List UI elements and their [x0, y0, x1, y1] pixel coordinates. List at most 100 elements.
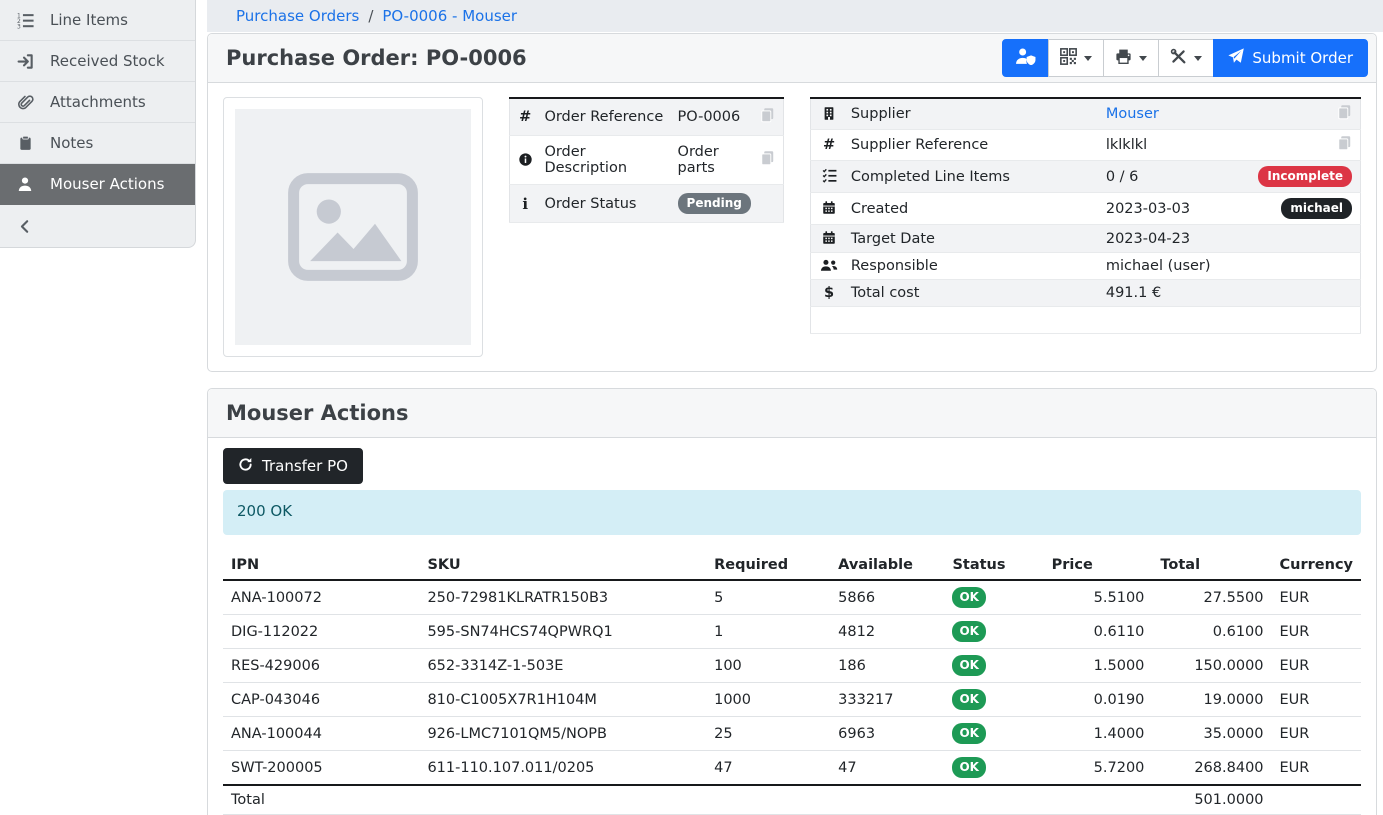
breadcrumb-link-current-order[interactable]: PO-0006 - Mouser — [382, 7, 517, 25]
clipboard-icon — [15, 135, 35, 151]
sidebar-item-label: Notes — [50, 134, 93, 152]
cell-sku: 810-C1005X7R1H104M — [419, 683, 706, 717]
svg-text:3: 3 — [17, 23, 21, 28]
column-header-sku: SKU — [419, 551, 706, 580]
detail-label: Target Date — [847, 225, 1102, 253]
print-actions-button[interactable] — [1103, 39, 1159, 77]
status-badge: OK — [952, 655, 986, 676]
mouser-actions-body: Transfer PO 200 OK IPN SKU Required Avai… — [208, 438, 1376, 815]
info-circle-icon — [510, 136, 541, 185]
chevron-down-icon — [1139, 56, 1147, 61]
status-alert-text: 200 OK — [237, 502, 292, 520]
table-row: ANA-100072 250-72981KLRATR150B3 5 5866 O… — [223, 580, 1361, 615]
copy-icon[interactable] — [1254, 98, 1360, 130]
hash-icon: # — [510, 98, 541, 136]
cell-available: 333217 — [830, 683, 944, 717]
cell-required: 100 — [706, 649, 830, 683]
total-value: 501.0000 — [1152, 785, 1271, 815]
detail-value: michael (user) — [1102, 253, 1255, 280]
submit-order-button[interactable]: Submit Order — [1213, 39, 1368, 77]
submit-order-label: Submit Order — [1252, 49, 1353, 67]
part-image-card[interactable] — [223, 97, 483, 357]
users-icon — [811, 253, 847, 280]
purchase-order-panel-header: Purchase Order: PO-0006 — [208, 34, 1376, 83]
cell-ipn: ANA-100044 — [223, 717, 419, 751]
cell-available: 5866 — [830, 580, 944, 615]
refresh-icon — [238, 457, 253, 476]
barcode-actions-button[interactable] — [1048, 39, 1104, 77]
sidebar-item-mouser-actions[interactable]: Mouser Actions — [0, 164, 195, 205]
cell-required: 1 — [706, 615, 830, 649]
table-row: DIG-112022 595-SN74HCS74QPWRQ1 1 4812 OK… — [223, 615, 1361, 649]
mouser-actions-panel-header: Mouser Actions — [208, 389, 1376, 438]
column-header-required: Required — [706, 551, 830, 580]
order-toolbar: Submit Order — [1002, 39, 1368, 77]
empty-detail-row — [811, 307, 1361, 334]
transfer-po-button[interactable]: Transfer PO — [223, 448, 363, 484]
cell-total: 19.0000 — [1152, 683, 1271, 717]
detail-label: Order Reference — [540, 98, 673, 136]
cell-total: 150.0000 — [1152, 649, 1271, 683]
column-header-ipn: IPN — [223, 551, 419, 580]
cell-price: 5.7200 — [1044, 751, 1153, 786]
hash-icon: # — [811, 130, 847, 161]
detail-label: Order Status — [540, 185, 673, 223]
incomplete-badge: Incomplete — [1258, 166, 1352, 187]
table-total-row: Total 501.0000 — [223, 785, 1361, 815]
user-shield-icon — [1015, 47, 1036, 69]
cell-price: 0.0190 — [1044, 683, 1153, 717]
column-header-price: Price — [1044, 551, 1153, 580]
table-header-row: IPN SKU Required Available Status Price … — [223, 551, 1361, 580]
cell-currency: EUR — [1272, 649, 1361, 683]
cell-sku: 595-SN74HCS74QPWRQ1 — [419, 615, 706, 649]
dollar-icon: $ — [811, 280, 847, 307]
detail-label: Supplier — [847, 98, 1102, 130]
calendar-icon — [811, 193, 847, 225]
copy-icon[interactable] — [1254, 130, 1360, 161]
sidebar-item-received-stock[interactable]: Received Stock — [0, 41, 195, 82]
cell-sku: 611-110.107.011/0205 — [419, 751, 706, 786]
target-date-row: Target Date 2023-04-23 — [811, 225, 1361, 253]
chevron-left-icon — [15, 219, 35, 234]
sidebar-item-label: Attachments — [50, 93, 146, 111]
user-roles-button[interactable] — [1002, 39, 1049, 77]
copy-icon[interactable] — [755, 136, 784, 185]
sidebar-item-label: Mouser Actions — [50, 175, 164, 193]
cell-price: 1.5000 — [1044, 649, 1153, 683]
chevron-down-icon — [1194, 56, 1202, 61]
sidebar-item-line-items[interactable]: 123 Line Items — [0, 0, 195, 41]
cell-price: 1.4000 — [1044, 717, 1153, 751]
sidebar-item-label: Line Items — [50, 11, 128, 29]
column-header-available: Available — [830, 551, 944, 580]
total-label: Total — [223, 785, 419, 815]
qrcode-icon — [1060, 48, 1077, 69]
breadcrumb-separator: / — [368, 7, 373, 25]
cell-total: 0.6100 — [1152, 615, 1271, 649]
cell-available: 6963 — [830, 717, 944, 751]
table-row: RES-429006 652-3314Z-1-503E 100 186 OK 1… — [223, 649, 1361, 683]
sidebar-item-notes[interactable]: Notes — [0, 123, 195, 164]
order-status-row: i Order Status Pending — [510, 185, 784, 223]
cell-ipn: CAP-043046 — [223, 683, 419, 717]
breadcrumb-link-purchase-orders[interactable]: Purchase Orders — [236, 7, 359, 25]
cell-required: 25 — [706, 717, 830, 751]
completed-line-items-row: Completed Line Items 0 / 6 Incomplete — [811, 161, 1361, 193]
cell-sku: 250-72981KLRATR150B3 — [419, 580, 706, 615]
sidebar-item-attachments[interactable]: Attachments — [0, 82, 195, 123]
sidebar: 123 Line Items Received Stock Attachment… — [0, 0, 196, 248]
supplier-link[interactable]: Mouser — [1106, 106, 1159, 122]
printer-icon — [1115, 48, 1132, 69]
order-actions-button[interactable] — [1158, 39, 1214, 77]
cell-currency: EUR — [1272, 580, 1361, 615]
cell-available: 47 — [830, 751, 944, 786]
cell-total: 268.8400 — [1152, 751, 1271, 786]
ordered-list-icon: 123 — [15, 12, 35, 29]
sidebar-collapse-button[interactable] — [0, 205, 195, 247]
status-badge: OK — [952, 587, 986, 608]
supplier-details-table: Supplier Mouser # Supplier Reference lkl… — [810, 97, 1361, 334]
transfer-po-label: Transfer PO — [262, 457, 348, 475]
cell-available: 186 — [830, 649, 944, 683]
created-by-badge: michael — [1281, 198, 1352, 219]
cell-ipn: RES-429006 — [223, 649, 419, 683]
copy-icon[interactable] — [755, 98, 784, 136]
